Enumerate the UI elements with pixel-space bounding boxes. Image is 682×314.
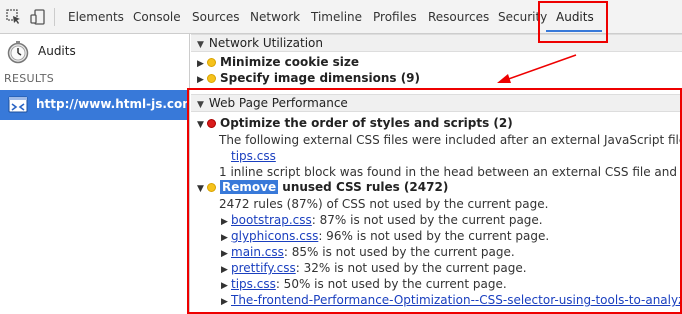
tab-network[interactable]: Network <box>250 0 300 34</box>
warning-dot-icon <box>207 58 216 67</box>
section-network-utilization[interactable]: ▼ Network Utilization <box>191 34 682 52</box>
rule-minimize-cookie-size[interactable]: ▶ Minimize cookie size <box>197 55 359 69</box>
audit-result-icon <box>8 96 28 113</box>
collapse-triangle-icon: ▼ <box>197 40 204 50</box>
tab-console[interactable]: Console <box>133 0 181 34</box>
expand-triangle-icon: ▶ <box>197 75 204 85</box>
rule-specify-image-dimensions[interactable]: ▶ Specify image dimensions (9) <box>197 71 420 85</box>
tab-sources[interactable]: Sources <box>192 0 239 34</box>
annotation-box-performance <box>187 88 682 314</box>
tab-profiles[interactable]: Profiles <box>373 0 417 34</box>
section-title: Network Utilization <box>208 36 323 50</box>
inspect-icon[interactable] <box>6 9 22 25</box>
sidebar-result-item[interactable]: http://www.html-js.com/article/ <box>0 90 189 120</box>
device-mode-icon[interactable] <box>30 9 46 25</box>
rule-label: Minimize cookie size <box>220 55 360 69</box>
warning-dot-icon <box>207 74 216 83</box>
tab-elements[interactable]: Elements <box>68 0 124 34</box>
annotation-box-audits-tab <box>538 1 608 43</box>
rule-label: Specify image dimensions (9) <box>220 71 421 85</box>
sidebar-audits-item[interactable]: Audits <box>4 38 184 66</box>
audits-sidebar: Audits RESULTS http://www.html-js.com/ar… <box>0 34 190 314</box>
tab-timeline[interactable]: Timeline <box>311 0 362 34</box>
sidebar-audits-label: Audits <box>38 44 76 58</box>
toolbar-separator <box>54 8 55 26</box>
sidebar-result-url: http://www.html-js.com/article/ <box>36 97 189 111</box>
tab-resources[interactable]: Resources <box>428 0 489 34</box>
stopwatch-icon <box>7 41 29 64</box>
sidebar-results-heading: RESULTS <box>4 72 55 85</box>
expand-triangle-icon: ▶ <box>197 59 204 69</box>
